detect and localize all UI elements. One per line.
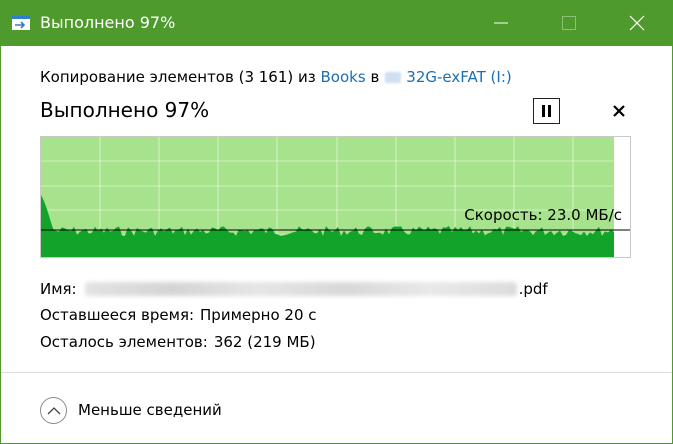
copy-middle: в [370, 68, 380, 86]
copy-description: Копирование элементов (3 161) из Books в… [40, 67, 512, 87]
close-icon [629, 15, 645, 31]
footer-divider [1, 372, 672, 373]
title-bar: Выполнено 97% [0, 0, 673, 46]
chevron-up-icon [40, 396, 67, 424]
file-name-redacted [84, 282, 517, 296]
source-folder-link[interactable]: Books [321, 68, 366, 86]
window-title: Выполнено 97% [40, 13, 176, 32]
file-name-row: Имя: .pdf [40, 279, 548, 299]
copy-window-icon [12, 16, 30, 30]
fewer-details-label: Меньше сведений [78, 401, 222, 419]
items-remaining-value: 362 (219 МБ) [213, 333, 316, 351]
maximize-icon [562, 16, 576, 30]
time-remaining-row: Оставшееся время: Примерно 20 с [40, 305, 317, 325]
drive-icon [385, 72, 402, 83]
items-remaining-label: Осталось элементов: [40, 333, 208, 351]
close-icon [613, 105, 625, 117]
speed-graph-canvas [41, 137, 630, 257]
copy-prefix: Копирование элементов (3 161) из [40, 68, 316, 86]
pause-button[interactable] [533, 98, 560, 124]
file-name-suffix: .pdf [518, 280, 548, 298]
destination-drive-link[interactable]: 32G-exFAT (I:) [406, 68, 511, 86]
minimize-icon [494, 22, 508, 24]
fewer-details-button[interactable]: Меньше сведений [40, 396, 222, 424]
speed-label: Скорость: 23.0 МБ/с [464, 206, 622, 224]
close-window-button[interactable] [614, 0, 660, 46]
minimize-button[interactable] [478, 0, 524, 46]
speed-graph: Скорость: 23.0 МБ/с [40, 136, 631, 258]
maximize-button [546, 0, 592, 46]
cancel-copy-button[interactable] [607, 100, 631, 122]
items-remaining-row: Осталось элементов: 362 (219 МБ) [40, 332, 316, 352]
pause-icon [542, 105, 545, 117]
file-name-label: Имя: [40, 280, 77, 298]
progress-headline: Выполнено 97% [40, 98, 210, 122]
time-remaining-label: Оставшееся время: [40, 306, 195, 324]
time-remaining-value: Примерно 20 с [200, 306, 317, 324]
